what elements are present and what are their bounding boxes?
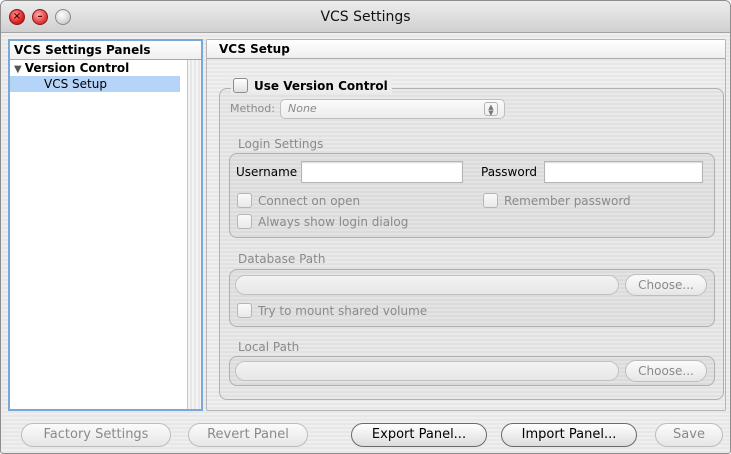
- revert-panel-button[interactable]: Revert Panel: [188, 423, 308, 447]
- import-panel-button[interactable]: Import Panel...: [501, 423, 637, 447]
- connect-on-open-label: Connect on open: [258, 194, 361, 208]
- disclosure-triangle-icon[interactable]: ▼: [14, 64, 22, 75]
- save-button[interactable]: Save: [655, 423, 723, 447]
- vcs-settings-window: × – VCS Settings VCS Settings Panels ▼ Ve…: [0, 0, 731, 454]
- use-version-control-checkbox[interactable]: Use Version Control: [231, 78, 392, 93]
- database-path-choose-button[interactable]: Choose...: [625, 274, 707, 296]
- remember-password-label: Remember password: [504, 194, 631, 208]
- panel-header: VCS Setup: [207, 40, 725, 59]
- method-select-value: None: [288, 102, 317, 115]
- checkbox-icon[interactable]: [237, 193, 252, 208]
- connect-on-open-checkbox[interactable]: Connect on open: [237, 193, 360, 208]
- list-scrollbar[interactable]: [187, 60, 201, 409]
- tree-item-vcs-setup[interactable]: VCS Setup: [10, 76, 180, 92]
- mount-shared-volume-checkbox[interactable]: Try to mount shared volume: [237, 303, 427, 318]
- checkbox-icon[interactable]: [237, 303, 252, 318]
- local-path-choose-button[interactable]: Choose...: [625, 360, 707, 382]
- checkbox-icon[interactable]: [237, 214, 252, 229]
- updown-arrows-icon: ▲ ▼: [484, 102, 498, 117]
- checkbox-icon[interactable]: [233, 78, 248, 93]
- settings-panels-list: VCS Settings Panels ▼ Version Control VCS…: [8, 39, 203, 411]
- database-path-title: Database Path: [238, 252, 326, 266]
- login-settings-title: Login Settings: [238, 137, 324, 151]
- password-field[interactable]: [544, 161, 703, 183]
- username-field[interactable]: [301, 161, 463, 183]
- tree-item-version-control-label: Version Control: [24, 61, 130, 75]
- method-label: Method:: [230, 102, 275, 115]
- tree-item-version-control[interactable]: ▼ Version Control: [10, 60, 201, 76]
- factory-settings-button[interactable]: Factory Settings: [21, 423, 171, 447]
- database-path-field[interactable]: [235, 275, 619, 295]
- always-show-login-label: Always show login dialog: [258, 215, 409, 229]
- export-panel-button[interactable]: Export Panel...: [351, 423, 487, 447]
- panels-list-header: VCS Settings Panels: [10, 41, 201, 60]
- local-path-field[interactable]: [235, 361, 619, 381]
- window-title: VCS Settings: [320, 9, 411, 25]
- always-show-login-checkbox[interactable]: Always show login dialog: [237, 214, 408, 229]
- username-label: Username: [236, 165, 298, 179]
- remember-password-checkbox[interactable]: Remember password: [483, 193, 631, 208]
- checkbox-icon[interactable]: [483, 193, 498, 208]
- method-select[interactable]: None ▲ ▼: [280, 99, 505, 119]
- use-version-control-label: Use Version Control: [254, 79, 388, 93]
- mount-shared-volume-label: Try to mount shared volume: [258, 304, 428, 318]
- password-label: Password: [481, 165, 538, 179]
- local-path-title: Local Path: [238, 340, 300, 354]
- title-bar: × – VCS Settings: [1, 1, 730, 33]
